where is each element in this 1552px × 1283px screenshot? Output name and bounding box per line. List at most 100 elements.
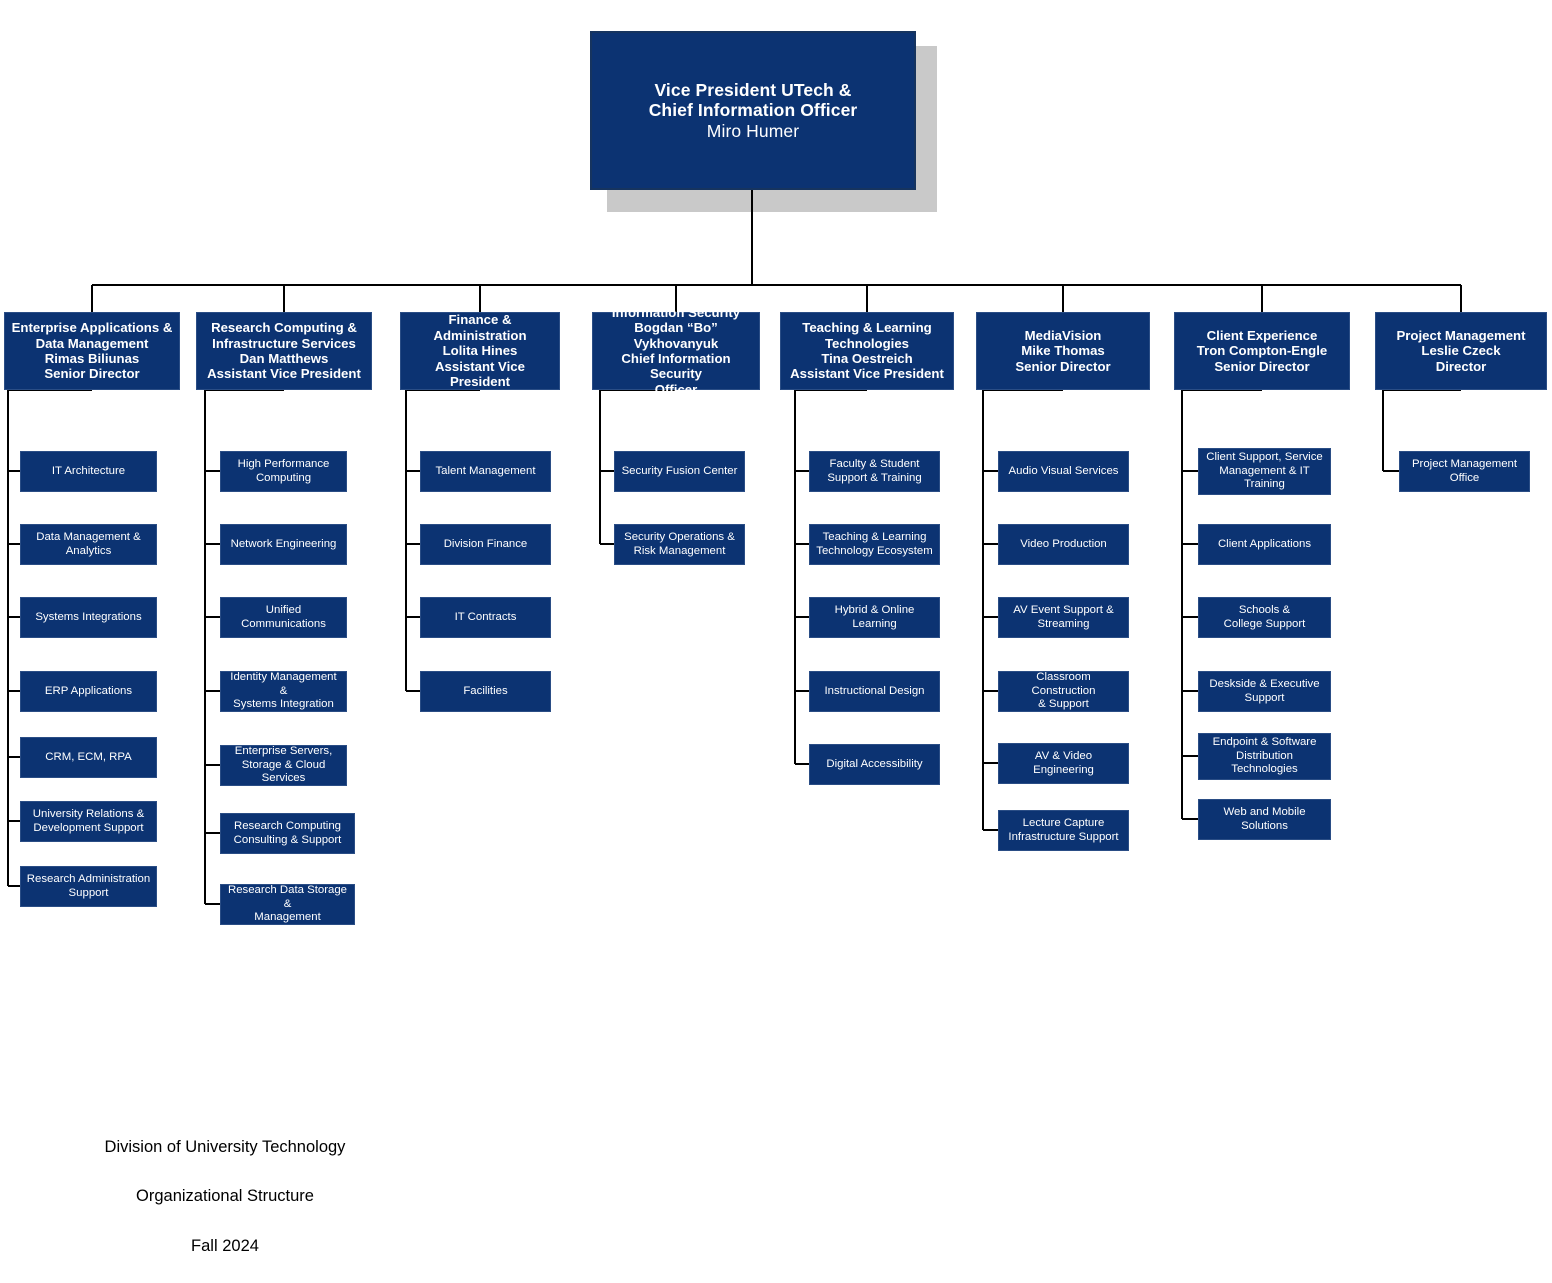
dept-name: Information Security — [611, 304, 741, 320]
dept-person-title: Chief Information Security Officer — [621, 351, 731, 397]
dept-person-name: Lolita Hines — [442, 343, 518, 359]
node-subunit-project-management-office[interactable]: Project Management Office — [1399, 451, 1530, 492]
node-subunit-unified-communications[interactable]: Unified Communications — [220, 597, 347, 638]
node-subunit-high-performance-computing[interactable]: High Performance Computing — [220, 451, 347, 492]
subunit-label: Web and Mobile Solutions — [1223, 806, 1306, 832]
dept-person-title: Assistant Vice President — [790, 366, 944, 382]
subunit-label: AV Event Support & Streaming — [1013, 604, 1114, 630]
dept-name: Finance & Administration — [433, 312, 527, 343]
subunit-label: Facilities — [463, 684, 508, 697]
node-subunit-classroom-construction-support[interactable]: Classroom Construction & Support — [998, 671, 1129, 712]
subunit-label: Audio Visual Services — [1008, 464, 1119, 477]
node-subunit-lecture-capture-infrastructure-support[interactable]: Lecture Capture Infrastructure Support — [998, 810, 1129, 851]
subunit-label: Division Finance — [443, 537, 528, 550]
dept-person-name: Dan Matthews — [239, 351, 329, 366]
subunit-label: Endpoint & Software Distribution Technolog… — [1212, 736, 1317, 776]
node-subunit-talent-management[interactable]: Talent Management — [420, 451, 551, 492]
node-dept-research-computing-infrastructure-services[interactable]: Research Computing & Infrastructure Servi… — [196, 312, 372, 390]
node-vice-president-cio[interactable]: Vice President UTech & Chief Information… — [590, 31, 916, 190]
dept-person-title: Senior Director — [44, 366, 140, 382]
dept-person-name: Mike Thomas — [1021, 343, 1105, 359]
node-subunit-data-management-analytics[interactable]: Data Management & Analytics — [20, 524, 157, 565]
dept-person-title: Assistant Vice President — [435, 358, 525, 390]
node-subunit-research-data-storage-management[interactable]: Research Data Storage & Management — [220, 884, 355, 925]
node-subunit-faculty-student-support-training[interactable]: Faculty & Student Support & Training — [809, 451, 940, 492]
node-subunit-crm-ecm-rpa[interactable]: CRM, ECM, RPA — [20, 737, 157, 778]
node-subunit-client-support-service-management-it-training[interactable]: Client Support, Service Management & IT Tr… — [1198, 448, 1331, 495]
node-subunit-security-fusion-center[interactable]: Security Fusion Center — [614, 451, 745, 492]
node-dept-information-security[interactable]: Information Security Bogdan “Bo” Vykhovan… — [592, 305, 760, 397]
node-subunit-enterprise-servers-storage-cloud-services[interactable]: Enterprise Servers, Storage & Cloud Servi… — [220, 745, 347, 786]
node-dept-project-management[interactable]: Project Management Leslie Czeck Director — [1375, 312, 1547, 390]
dept-name: MediaVision — [1024, 327, 1102, 343]
node-subunit-hybrid-online-learning[interactable]: Hybrid & Online Learning — [809, 597, 940, 638]
subunit-label: Unified Communications — [241, 604, 326, 630]
node-subunit-systems-integrations[interactable]: Systems Integrations — [20, 597, 157, 638]
subunit-label: Project Management Office — [1411, 458, 1518, 484]
subunit-label: Client Support, Service Management & IT Tr… — [1206, 451, 1323, 491]
dept-person-name: Tron Compton-Engle — [1196, 343, 1328, 359]
node-subunit-schools-college-support[interactable]: Schools & College Support — [1198, 597, 1331, 638]
dept-person-name: Tina Oestreich — [821, 351, 913, 366]
root-line-2: Chief Information Officer — [648, 100, 858, 121]
subunit-label: Security Fusion Center — [621, 464, 738, 477]
subunit-label: Instructional Design — [824, 684, 925, 697]
node-subunit-audio-visual-services[interactable]: Audio Visual Services — [998, 451, 1129, 492]
node-subunit-facilities[interactable]: Facilities — [420, 671, 551, 712]
caption-line-3: Fall 2024 — [191, 1236, 259, 1255]
subunit-label: CRM, ECM, RPA — [45, 750, 132, 763]
node-subunit-it-contracts[interactable]: IT Contracts — [420, 597, 551, 638]
node-dept-mediavision[interactable]: MediaVision Mike Thomas Senior Director — [976, 312, 1150, 390]
node-subunit-security-operations-risk-management[interactable]: Security Operations & Risk Management — [614, 524, 745, 565]
dept-person-title: Director — [1435, 358, 1487, 374]
subunit-label: Hybrid & Online Learning — [834, 604, 915, 630]
subunit-label: Lecture Capture Infrastructure Support — [1008, 817, 1119, 843]
subunit-label: Research Computing Consulting & Support — [233, 820, 342, 846]
subunit-label: Systems Integrations — [35, 610, 142, 623]
node-subunit-web-and-mobile-solutions[interactable]: Web and Mobile Solutions — [1198, 799, 1331, 840]
subunit-label: Research Data Storage & Management — [227, 884, 348, 924]
dept-person-name: Bogdan “Bo” Vykhovanyuk — [633, 320, 719, 351]
subunit-label: AV & Video Engineering — [1033, 750, 1094, 776]
node-subunit-research-computing-consulting-support[interactable]: Research Computing Consulting & Support — [220, 813, 355, 854]
node-subunit-client-applications[interactable]: Client Applications — [1198, 524, 1331, 565]
node-dept-finance-administration[interactable]: Finance & Administration Lolita Hines Assis… — [400, 312, 560, 390]
subunit-label: Schools & College Support — [1223, 604, 1306, 630]
subunit-label: Enterprise Servers, Storage & Cloud Servi… — [234, 745, 333, 785]
node-subunit-teaching-learning-technology-ecosystem[interactable]: Teaching & Learning Technology Ecosystem — [809, 524, 940, 565]
node-subunit-network-engineering[interactable]: Network Engineering — [220, 524, 347, 565]
node-subunit-research-administration-support[interactable]: Research Administration Support — [20, 866, 157, 907]
subunit-label: Research Administration Support — [26, 873, 151, 899]
dept-name: Client Experience — [1206, 327, 1318, 343]
subunit-label: Identity Management & Systems Integration — [230, 671, 337, 711]
subunit-label: Teaching & Learning Technology Ecosystem — [816, 531, 933, 557]
node-subunit-av-video-engineering[interactable]: AV & Video Engineering — [998, 743, 1129, 784]
node-subunit-digital-accessibility[interactable]: Digital Accessibility — [809, 744, 940, 785]
node-subunit-instructional-design[interactable]: Instructional Design — [809, 671, 940, 712]
node-subunit-av-event-support-streaming[interactable]: AV Event Support & Streaming — [998, 597, 1129, 638]
node-subunit-identity-management-systems-integration[interactable]: Identity Management & Systems Integration — [220, 671, 347, 712]
subunit-label: Data Management & Analytics — [36, 531, 141, 557]
chart-caption: Division of University Technology Organi… — [60, 1110, 390, 1283]
dept-name: Project Management — [1396, 327, 1526, 343]
subunit-label: Video Production — [1020, 537, 1107, 550]
node-subunit-endpoint-software-distribution-technologies[interactable]: Endpoint & Software Distribution Technolog… — [1198, 733, 1331, 780]
dept-person-name: Leslie Czeck — [1421, 343, 1501, 359]
dept-person-name: Rimas Biliunas — [44, 351, 140, 366]
node-subunit-deskside-executive-support[interactable]: Deskside & Executive Support — [1198, 671, 1331, 712]
node-subunit-it-architecture[interactable]: IT Architecture — [20, 451, 157, 492]
node-subunit-video-production[interactable]: Video Production — [998, 524, 1129, 565]
node-subunit-erp-applications[interactable]: ERP Applications — [20, 671, 157, 712]
subunit-label: Security Operations & Risk Management — [624, 531, 735, 557]
node-dept-teaching-learning-technologies[interactable]: Teaching & Learning Technologies Tina Oest… — [780, 312, 954, 390]
node-dept-enterprise-applications-data-management[interactable]: Enterprise Applications & Data Management… — [4, 312, 180, 390]
dept-name: Research Computing & Infrastructure Servi… — [211, 320, 357, 351]
org-chart: Vice President UTech & Chief Information… — [0, 0, 1552, 1255]
node-subunit-university-relations-development-support[interactable]: University Relations & Development Suppor… — [20, 801, 157, 842]
node-subunit-division-finance[interactable]: Division Finance — [420, 524, 551, 565]
node-dept-client-experience[interactable]: Client Experience Tron Compton-Engle Senio… — [1174, 312, 1350, 390]
dept-person-title: Senior Director — [1015, 358, 1111, 374]
subunit-label: Faculty & Student Support & Training — [827, 458, 922, 484]
dept-name: Teaching & Learning Technologies — [802, 320, 932, 351]
subunit-label: Client Applications — [1217, 537, 1312, 550]
